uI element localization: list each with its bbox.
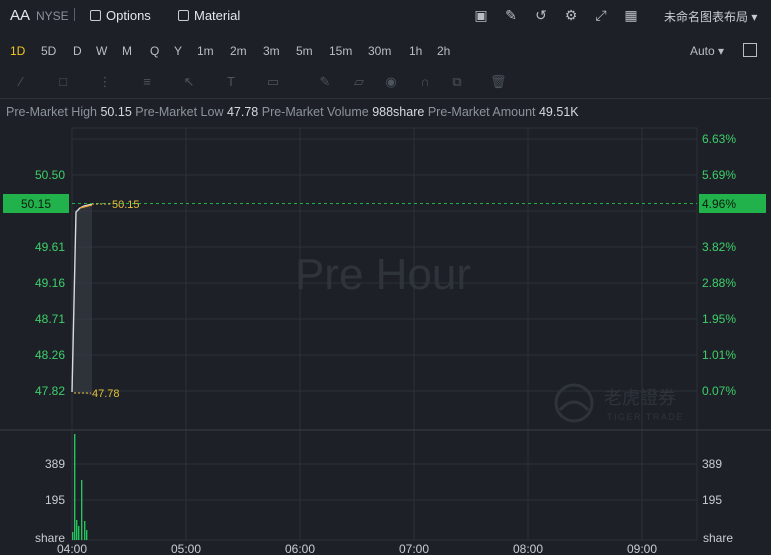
volume-bars: [72, 434, 88, 540]
volume-bar: [72, 532, 74, 540]
time-axis: 04:00 05:00 06:00 07:00 08:00 09:00: [57, 542, 657, 555]
left-tick-label: 47.82: [35, 384, 65, 398]
low-marker-label: 47.78: [92, 388, 120, 400]
right-tick-label: 3.82%: [702, 240, 736, 254]
right-percent-axis: 6.63% 5.69% 3.82% 2.88% 1.95% 1.01% 0.07%: [702, 132, 736, 398]
watermark-text: Pre Hour: [295, 250, 471, 299]
chart-grid: [0, 127, 771, 541]
vol-unit-left: share: [35, 531, 65, 545]
right-tick-label: 1.95%: [702, 312, 736, 326]
time-tick-label: 05:00: [171, 542, 201, 555]
chart-frame: [71, 127, 698, 541]
right-tick-label: 0.07%: [702, 384, 736, 398]
vol-tick-left: 195: [45, 493, 65, 507]
left-tick-label: 49.16: [35, 276, 65, 290]
vol-tick-right: 195: [702, 493, 722, 507]
time-tick-label: 09:00: [627, 542, 657, 555]
volume-bar: [74, 434, 76, 540]
volume-bar: [84, 521, 86, 540]
right-tick-label: 5.69%: [702, 168, 736, 182]
left-tick-label: 49.61: [35, 240, 65, 254]
volume-bar: [76, 520, 78, 540]
volume-bar: [78, 526, 80, 540]
volume-bar: [81, 480, 83, 540]
right-tick-label: 2.88%: [702, 276, 736, 290]
vol-unit-right: share: [703, 531, 733, 545]
time-tick-label: 07:00: [399, 542, 429, 555]
price-chart[interactable]: Pre Hour 老虎證券 TIGER TRADE 50.15 47.78 50…: [0, 0, 771, 555]
tiger-logo-stripe: [558, 400, 590, 412]
brand-en: TIGER TRADE: [607, 412, 684, 422]
volume-bar: [86, 530, 88, 540]
current-pct-label: 4.96%: [702, 197, 736, 211]
left-tick-label: 50.50: [35, 168, 65, 182]
left-tick-label: 48.71: [35, 312, 65, 326]
right-tick-label: 1.01%: [702, 348, 736, 362]
right-tick-label: 6.63%: [702, 132, 736, 146]
vol-tick-left: 389: [45, 457, 65, 471]
time-tick-label: 08:00: [513, 542, 543, 555]
current-price-label: 50.15: [21, 197, 51, 211]
left-tick-label: 48.26: [35, 348, 65, 362]
high-marker-label: 50.15: [112, 199, 140, 211]
time-tick-label: 06:00: [285, 542, 315, 555]
brand-cn: 老虎證券: [604, 388, 676, 408]
vol-tick-right: 389: [702, 457, 722, 471]
